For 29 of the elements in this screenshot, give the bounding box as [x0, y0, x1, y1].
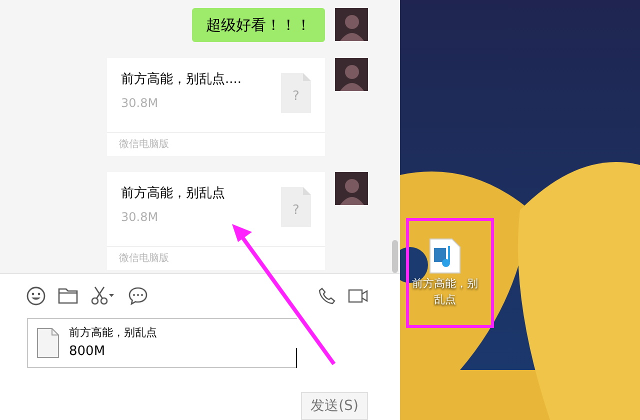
file-name: 前方高能，别乱点: [121, 185, 225, 203]
file-card[interactable]: 前方高能，别乱点.... 30.8M ? 微信电脑版: [107, 58, 325, 156]
folder-icon[interactable]: [58, 287, 78, 305]
attachment-size: 800M: [69, 342, 106, 360]
unknown-file-icon: ?: [281, 73, 311, 113]
message-bubble: 超级好看！！！: [192, 8, 325, 42]
file-name: 前方高能，别乱点....: [121, 71, 242, 89]
scrollbar[interactable]: [392, 240, 398, 273]
message-input-field[interactable]: 前方高能，别乱点 800M: [27, 318, 297, 368]
text-cursor: [296, 348, 297, 368]
phone-icon[interactable]: [318, 287, 336, 305]
person-silhouette-icon: [340, 63, 364, 91]
video-camera-icon[interactable]: [348, 288, 368, 304]
send-button[interactable]: 发送(S): [301, 392, 368, 420]
person-silhouette-icon: [340, 177, 364, 205]
chat-bubble-icon[interactable]: [128, 286, 148, 306]
file-size: 30.8M: [121, 208, 160, 226]
unknown-file-icon: ?: [281, 187, 311, 227]
attachment-name: 前方高能，别乱点: [69, 325, 157, 341]
source-label: 微信电脑版: [119, 252, 169, 266]
media-file-icon: [429, 238, 461, 274]
emoji-icon[interactable]: [26, 286, 46, 306]
desktop-icon-label: 前方高能，别乱点: [411, 276, 479, 308]
person-silhouette-icon: [340, 13, 364, 41]
file-size: 30.8M: [121, 94, 160, 112]
file-card[interactable]: 前方高能，别乱点 30.8M ? 微信电脑版: [107, 172, 325, 270]
source-label: 微信电脑版: [119, 138, 169, 152]
scissors-icon[interactable]: [90, 286, 116, 306]
document-icon: [37, 328, 59, 358]
